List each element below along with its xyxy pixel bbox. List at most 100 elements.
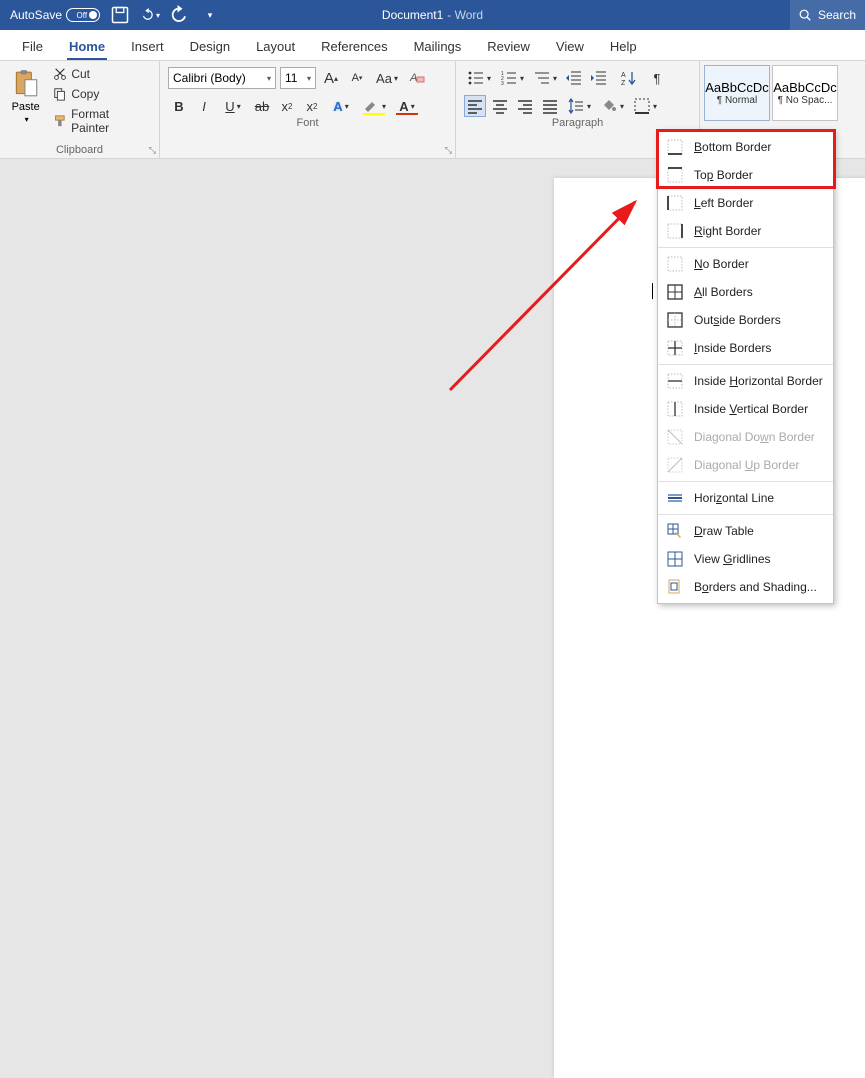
format-painter-label: Format Painter (71, 107, 149, 135)
menu-label: View Gridlines (694, 552, 771, 566)
shrink-font-button[interactable]: A▾ (346, 67, 368, 89)
tab-references[interactable]: References (319, 33, 389, 60)
search-icon (798, 8, 812, 22)
increase-indent-button[interactable] (588, 67, 610, 89)
bold-button[interactable]: B (168, 95, 190, 117)
paste-icon (13, 69, 39, 99)
decrease-indent-button[interactable] (563, 67, 585, 89)
clear-formatting-button[interactable]: A (406, 67, 428, 89)
tab-review[interactable]: Review (485, 33, 532, 60)
qat-customize-icon[interactable]: ▾ (200, 5, 220, 25)
search-box[interactable]: Search (790, 0, 865, 30)
font-size-select[interactable]: 11 ▾ (280, 67, 316, 89)
autosave-control[interactable]: AutoSave Off (10, 8, 100, 22)
ribbon-tabs: File Home Insert Design Layout Reference… (0, 30, 865, 61)
menu-draw-table[interactable]: Draw Table (658, 517, 833, 545)
bullet-list-icon (467, 69, 485, 87)
menu-inside-horizontal[interactable]: Inside Horizontal Border (658, 367, 833, 395)
tab-mailings[interactable]: Mailings (412, 33, 464, 60)
line-spacing-button[interactable]: ▾ (564, 95, 594, 117)
tab-file[interactable]: File (20, 33, 45, 60)
autosave-toggle[interactable]: Off (66, 8, 100, 22)
show-hide-button[interactable]: ¶ (646, 67, 668, 89)
tab-layout[interactable]: Layout (254, 33, 297, 60)
change-case-button[interactable]: Aa▾ (372, 67, 402, 89)
menu-separator (658, 514, 833, 515)
align-center-button[interactable] (489, 95, 511, 117)
format-painter-button[interactable]: Format Painter (49, 105, 153, 137)
clipboard-group-label: Clipboard (0, 144, 159, 158)
align-left-button[interactable] (464, 95, 486, 117)
menu-right-border[interactable]: Right Border (658, 217, 833, 245)
subscript-button[interactable]: x2 (276, 95, 298, 117)
menu-left-border[interactable]: Left Border (658, 189, 833, 217)
menu-label: Inside Vertical Border (694, 402, 808, 416)
gridlines-icon (666, 550, 684, 568)
save-icon[interactable] (110, 5, 130, 25)
font-name-select[interactable]: Calibri (Body) ▾ (168, 67, 276, 89)
copy-button[interactable]: Copy (49, 85, 153, 103)
clipboard-launcher-icon[interactable]: ⤡ (149, 145, 156, 156)
font-color-button[interactable]: A ▾ (392, 95, 422, 117)
font-launcher-icon[interactable]: ⤡ (445, 145, 452, 156)
justify-button[interactable] (539, 95, 561, 117)
cut-button[interactable]: Cut (49, 65, 153, 83)
style-nospacing[interactable]: AaBbCcDc ¶ No Spac... (772, 65, 838, 121)
multilevel-list-button[interactable]: ▾ (530, 67, 560, 89)
copy-label: Copy (71, 87, 99, 101)
inside-borders-icon (666, 339, 684, 357)
autosave-state: Off (77, 11, 88, 20)
all-borders-icon (666, 283, 684, 301)
menu-label: Borders and Shading... (694, 580, 817, 594)
eraser-icon: A (408, 69, 426, 87)
tab-insert[interactable]: Insert (129, 33, 166, 60)
menu-all-borders[interactable]: All Borders (658, 278, 833, 306)
shading-button[interactable]: ▾ (597, 95, 627, 117)
inside-vertical-icon (666, 400, 684, 418)
svg-text:A: A (409, 72, 417, 84)
underline-button[interactable]: U▾ (218, 95, 248, 117)
style-normal[interactable]: AaBbCcDc ¶ Normal (704, 65, 770, 121)
menu-no-border[interactable]: No Border (658, 250, 833, 278)
style-preview: AaBbCcDc (773, 80, 837, 95)
outdent-icon (565, 69, 583, 87)
redo-icon[interactable] (170, 5, 190, 25)
menu-borders-shading[interactable]: Borders and Shading... (658, 573, 833, 601)
menu-view-gridlines[interactable]: View Gridlines (658, 545, 833, 573)
strikethrough-button[interactable]: ab (251, 95, 273, 117)
borders-button[interactable]: ▾ (630, 95, 660, 117)
annotation-arrow (440, 190, 650, 400)
numbering-button[interactable]: 123▾ (497, 67, 527, 89)
border-icon (633, 97, 651, 115)
tab-view[interactable]: View (554, 33, 586, 60)
paste-label: Paste (12, 101, 40, 113)
menu-separator (658, 481, 833, 482)
diagonal-down-icon (666, 428, 684, 446)
align-center-icon (491, 97, 509, 115)
menu-horizontal-line[interactable]: Horizontal Line (658, 484, 833, 512)
menu-inside-vertical[interactable]: Inside Vertical Border (658, 395, 833, 423)
chevron-down-icon: ▾ (267, 74, 271, 83)
italic-button[interactable]: I (193, 95, 215, 117)
undo-icon[interactable]: ▾ (140, 5, 160, 25)
sort-button[interactable]: AZ (613, 67, 643, 89)
highlight-button[interactable]: ▾ (359, 95, 389, 117)
style-preview: AaBbCcDc (705, 80, 769, 95)
grow-font-button[interactable]: A▴ (320, 67, 342, 89)
tab-help[interactable]: Help (608, 33, 639, 60)
tab-home[interactable]: Home (67, 33, 107, 60)
bullets-button[interactable]: ▾ (464, 67, 494, 89)
paste-button[interactable]: Paste ▾ (6, 65, 45, 124)
text-cursor (652, 283, 653, 299)
superscript-button[interactable]: x2 (301, 95, 323, 117)
text-effects-button[interactable]: A▾ (326, 95, 356, 117)
outside-borders-icon (666, 311, 684, 329)
align-right-button[interactable] (514, 95, 536, 117)
chevron-down-icon: ▾ (156, 11, 160, 20)
menu-label: Outside Borders (694, 313, 781, 327)
menu-inside-borders[interactable]: Inside Borders (658, 334, 833, 362)
tab-design[interactable]: Design (188, 33, 232, 60)
line-spacing-icon (567, 97, 585, 115)
menu-outside-borders[interactable]: Outside Borders (658, 306, 833, 334)
menu-label: All Borders (694, 285, 753, 299)
